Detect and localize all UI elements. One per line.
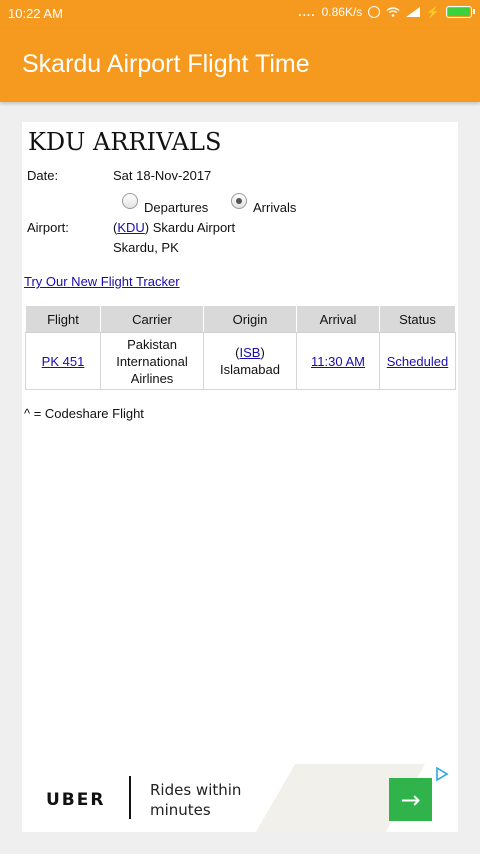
status-cell: Scheduled <box>379 332 456 390</box>
app-bar: Skardu Airport Flight Time <box>0 28 480 102</box>
date-value: Sat 18-Nov-2017 <box>113 168 212 183</box>
flights-table: Flight Carrier Origin Arrival Status PK … <box>25 305 456 390</box>
content-card: KDU ARRIVALS Date: Sat 18-Nov-2017 Depar… <box>22 122 458 832</box>
origin-city: Islamabad <box>220 362 280 377</box>
departures-label[interactable]: Departures <box>144 200 208 215</box>
arrivals-radio[interactable] <box>231 193 247 209</box>
flight-number-link[interactable]: PK 451 <box>42 354 85 369</box>
carrier-cell: Pakistan International Airlines <box>100 332 204 390</box>
ad-divider <box>129 776 131 819</box>
airport-value: (KDU) Skardu Airport <box>113 220 235 235</box>
ad-brand[interactable]: UBER <box>46 790 105 810</box>
arrival-cell: 11:30 AM <box>296 332 380 390</box>
arrivals-label[interactable]: Arrivals <box>253 200 296 215</box>
network-speed: 0.86K/s <box>321 5 363 19</box>
departures-option[interactable]: Departures <box>122 193 208 215</box>
table-row: PK 451 Pakistan International Airlines (… <box>25 332 456 390</box>
status-bar: 10:22 AM .... 0.86K/s ⚡ <box>0 0 480 28</box>
col-carrier: Carrier <box>100 305 204 333</box>
battery-icon <box>446 6 475 18</box>
date-label: Date: <box>27 168 59 183</box>
col-flight: Flight <box>25 305 101 333</box>
airport-code-link[interactable]: KDU <box>117 220 144 235</box>
airport-city: Skardu, PK <box>113 240 179 255</box>
airport-name: ) Skardu Airport <box>144 220 236 235</box>
status-link[interactable]: Scheduled <box>387 354 448 369</box>
more-dots: .... <box>298 5 316 19</box>
ad-banner[interactable]: UBER Rides within minutes → <box>22 764 458 832</box>
adchoices-icon[interactable] <box>434 766 450 782</box>
charging-icon: ⚡ <box>426 6 440 19</box>
flight-cell: PK 451 <box>25 332 101 390</box>
col-arrival: Arrival <box>296 305 380 333</box>
codeshare-note: ^ = Codeshare Flight <box>24 406 144 421</box>
wifi-icon <box>386 7 400 17</box>
signal-icon <box>406 7 421 17</box>
origin-code-link[interactable]: ISB <box>240 345 261 360</box>
status-time: 10:22 AM <box>8 6 63 21</box>
arrow-right-icon[interactable]: → <box>389 778 432 821</box>
airport-label: Airport: <box>27 220 69 235</box>
arrival-time-link[interactable]: 11:30 AM <box>311 354 365 369</box>
col-origin: Origin <box>203 305 297 333</box>
status-icons: .... 0.86K/s ⚡ <box>298 5 475 19</box>
flight-tracker-link[interactable]: Try Our New Flight Tracker <box>24 274 180 289</box>
arrivals-option[interactable]: Arrivals <box>231 193 296 215</box>
app-title: Skardu Airport Flight Time <box>22 50 310 78</box>
origin-cell: (ISB) Islamabad <box>203 332 297 390</box>
alarm-icon <box>368 6 381 18</box>
table-header-row: Flight Carrier Origin Arrival Status <box>25 305 456 333</box>
page-title: KDU ARRIVALS <box>28 128 222 156</box>
col-status: Status <box>379 305 456 333</box>
ad-tagline[interactable]: Rides within minutes <box>150 780 270 820</box>
departures-radio[interactable] <box>122 193 138 209</box>
